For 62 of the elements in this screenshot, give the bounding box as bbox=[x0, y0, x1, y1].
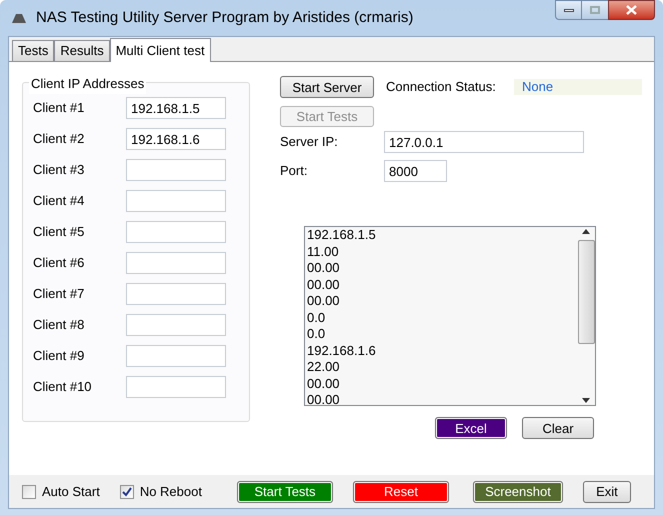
log-line: 00.00 bbox=[307, 376, 341, 392]
server-ip-label: Server IP: bbox=[280, 133, 339, 152]
ip-field[interactable] bbox=[126, 345, 226, 367]
tab[interactable]: Results bbox=[54, 40, 110, 61]
status-value: None bbox=[514, 79, 642, 95]
client-label: Client #3 bbox=[33, 161, 86, 180]
checkbox-label: No Reboot bbox=[140, 482, 202, 501]
port-label: Port: bbox=[280, 162, 308, 180]
log-line: 00.00 bbox=[307, 293, 341, 310]
app-icon bbox=[10, 12, 28, 24]
button[interactable]: Screenshot bbox=[472, 480, 563, 502]
log-line: 00.00 bbox=[307, 392, 341, 405]
log-line: 22.00 bbox=[307, 359, 341, 376]
scrollbar[interactable] bbox=[577, 227, 595, 405]
scroll-down-icon bbox=[582, 398, 590, 403]
port-field[interactable]: 8000 bbox=[384, 160, 447, 182]
status-label: Connection Status: bbox=[386, 78, 497, 96]
ip-field[interactable] bbox=[126, 283, 226, 305]
window-title: NAS Testing Utility Server Program by Aristides (crmaris) bbox=[36, 8, 414, 28]
ip-field[interactable] bbox=[126, 190, 226, 212]
log-line: 192.168.1.5 bbox=[307, 227, 377, 244]
ip-field[interactable] bbox=[126, 314, 226, 336]
client-label: Client #5 bbox=[33, 223, 86, 242]
check-icon bbox=[122, 486, 132, 496]
client-label: Client #4 bbox=[33, 192, 86, 210]
ip-field[interactable]: 192.168.1.6 bbox=[126, 128, 226, 150]
log-line: 0.0 bbox=[307, 310, 326, 326]
minimize-button[interactable] bbox=[555, 0, 582, 20]
ip-field[interactable] bbox=[126, 159, 226, 181]
ip-field[interactable] bbox=[126, 376, 226, 398]
client-label: Client #7 bbox=[33, 285, 86, 304]
checkbox[interactable] bbox=[120, 484, 134, 498]
checkbox[interactable] bbox=[22, 484, 36, 498]
button[interactable]: Reset bbox=[352, 480, 449, 502]
client-label: Client #2 bbox=[33, 130, 86, 148]
button[interactable]: Start Server bbox=[280, 76, 374, 98]
close-button[interactable] bbox=[608, 0, 655, 20]
tab[interactable]: Tests bbox=[12, 40, 54, 61]
tab[interactable]: Multi Client test bbox=[110, 38, 211, 62]
client-label: Client #10 bbox=[33, 378, 93, 396]
client-label: Client #6 bbox=[33, 254, 86, 272]
log-line: 0.0 bbox=[307, 326, 326, 342]
ip-field[interactable] bbox=[126, 221, 226, 243]
button[interactable]: Excel bbox=[435, 417, 507, 439]
close-icon bbox=[626, 5, 637, 15]
ip-field[interactable] bbox=[126, 252, 226, 274]
client-label: Client #8 bbox=[33, 316, 86, 334]
button[interactable]: Clear bbox=[522, 417, 594, 439]
scroll-thumb[interactable] bbox=[578, 240, 594, 344]
server-ip-field[interactable]: 127.0.0.1 bbox=[384, 131, 584, 153]
client-label: Client #1 bbox=[33, 99, 86, 118]
scroll-up-icon bbox=[582, 229, 590, 234]
log-line: 00.00 bbox=[307, 260, 341, 276]
button[interactable]: Exit bbox=[582, 480, 631, 502]
log-line: 00.00 bbox=[307, 276, 341, 293]
button[interactable]: Start Tests bbox=[236, 480, 333, 502]
log-line: 11.00 bbox=[307, 244, 340, 260]
log-line: 192.168.1.6 bbox=[307, 342, 377, 359]
log-list[interactable]: 192.168.1.5 11.00 00.00 00.00 00.00 0.0 0.0 192.168.1.6 22.00 00.00 00.00 bbox=[304, 226, 596, 406]
client-label: Client #9 bbox=[33, 347, 86, 366]
checkbox-label: Auto Start bbox=[42, 482, 100, 501]
ip-field[interactable]: 192.168.1.5 bbox=[126, 97, 226, 119]
